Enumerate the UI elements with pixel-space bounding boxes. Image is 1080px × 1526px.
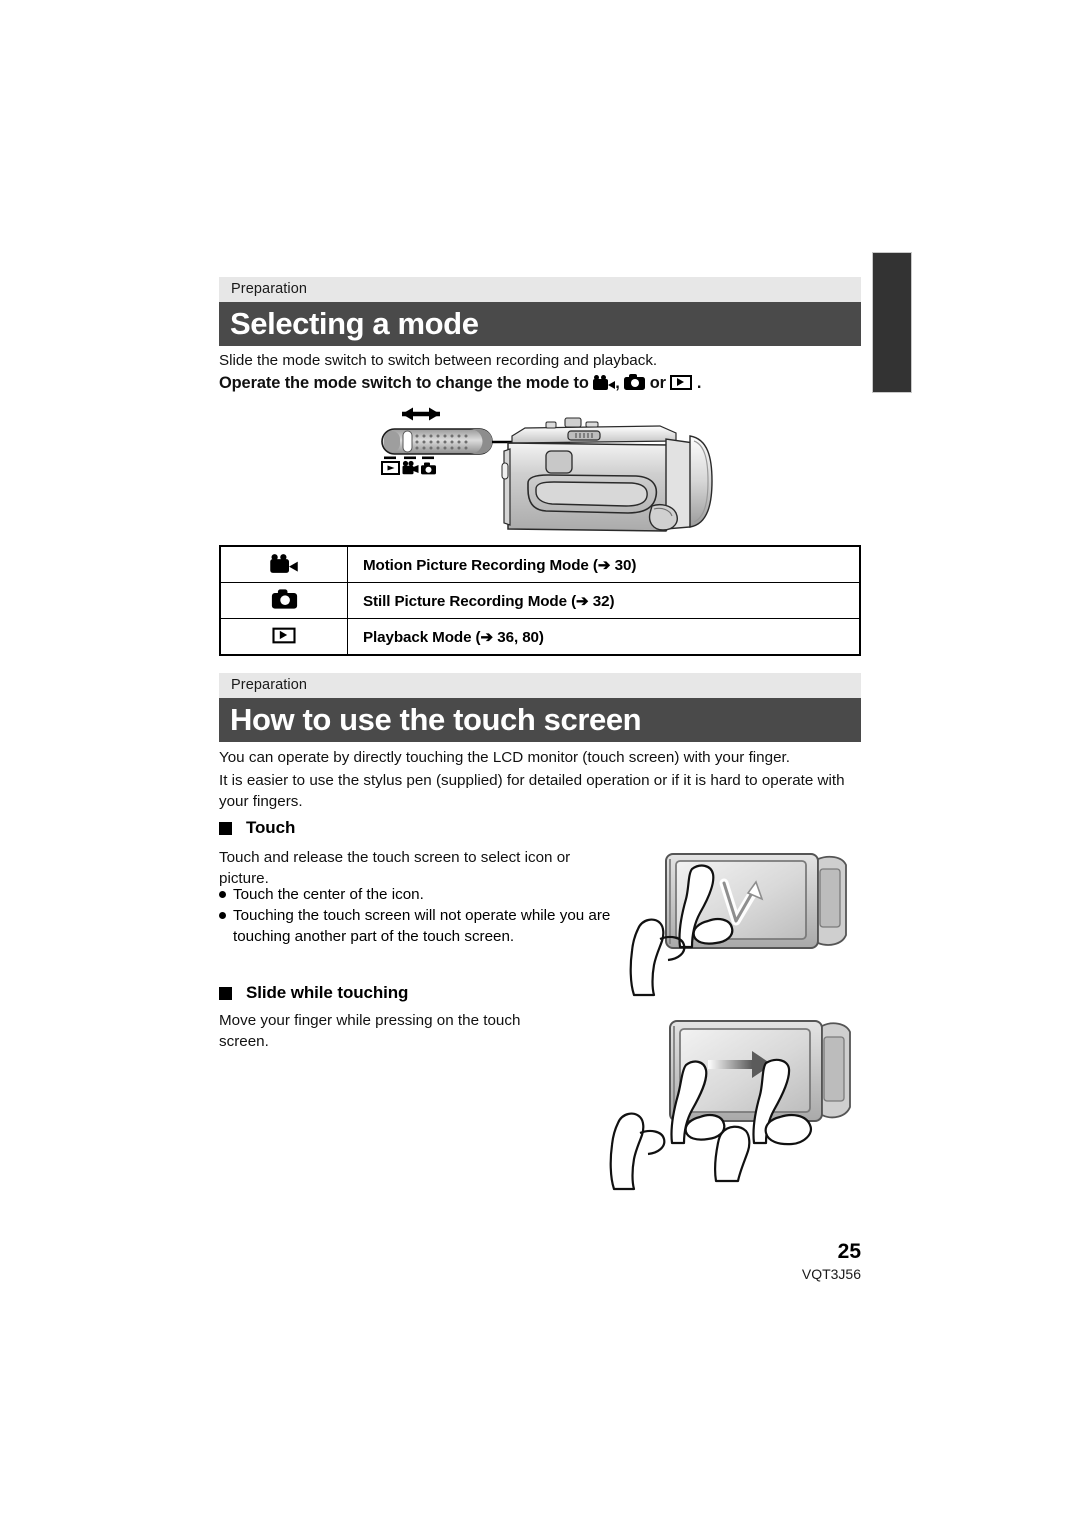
slide-gesture-illustration (604, 1003, 874, 1208)
arrow-right-icon: ➔ (597, 556, 611, 574)
section-kicker-preparation-2: Preparation (219, 673, 861, 698)
manual-page: Preparation Selecting a mode Slide the m… (0, 0, 1080, 1526)
mode-label-text: Playback Mode ( (363, 628, 481, 646)
camcorder-illustration (501, 417, 713, 532)
square-bullet-icon (219, 821, 232, 835)
mode-page-ref: 32 (592, 592, 610, 610)
table-row: Still Picture Recording Mode (➔ 32) (219, 582, 861, 619)
table-row: Playback Mode (➔ 36, 80) (219, 618, 861, 656)
mode-table: Motion Picture Recording Mode (➔ 30) Sti… (219, 545, 861, 656)
instruction-separator: , (615, 374, 620, 392)
mode-label-close: ) (631, 556, 637, 574)
still-camera-icon (421, 462, 436, 475)
table-row: Motion Picture Recording Mode (➔ 30) (219, 545, 861, 583)
list-item: Touch the center of the icon. (219, 884, 614, 905)
mode-icon-cell (219, 545, 348, 583)
page-number: 25 (837, 1240, 861, 1263)
mode-label-text: Still Picture Recording Mode ( (363, 592, 577, 610)
bullet-dot-icon (219, 891, 226, 898)
mode-label-cell: Playback Mode (➔ 36, 80) (347, 618, 861, 656)
touch-block-lead: Touch and release the touch screen to se… (219, 849, 571, 887)
mode-icon-cell (219, 618, 348, 656)
section-title-how-to-use-the-touch-screen: How to use the touch screen (219, 698, 861, 742)
document-code: VQT3J56 (801, 1266, 861, 1282)
camcorder-body-stub (821, 1022, 851, 1119)
video-camera-icon (402, 460, 419, 475)
touch-block-heading: Touch (219, 818, 295, 838)
bullet-text: Touch the center of the icon. (233, 886, 424, 903)
mode-label-close: ) (609, 592, 615, 610)
chapter-tab-marker (872, 252, 912, 393)
square-bullet-icon (219, 986, 232, 1000)
slide-block-lead: Move your finger while pressing on the t… (219, 1012, 521, 1050)
mode-label-text: Motion Picture Recording Mode ( (363, 556, 598, 574)
mode-switch-position-icons (381, 456, 436, 475)
video-camera-icon (593, 375, 616, 390)
instruction-end: . (696, 374, 702, 392)
playback-icon (670, 375, 693, 390)
mode-label-cell: Motion Picture Recording Mode (➔ 30) (347, 545, 861, 583)
mode-page-ref: 36, 80 (497, 628, 539, 646)
camcorder-body-stub (817, 855, 847, 946)
touch-block-bullets: Touch the center of the icon. Touching t… (219, 884, 614, 947)
still-camera-icon (624, 374, 646, 390)
section-kicker-preparation-1: Preparation (219, 277, 861, 302)
mode-switch-illustration (360, 403, 760, 538)
slide-heading-label: Slide while touching (246, 983, 409, 1002)
mode-label-cell: Still Picture Recording Mode (➔ 32) (347, 582, 861, 619)
instruction-prefix: Operate the mode switch to change the mo… (219, 374, 589, 392)
slide-block-heading: Slide while touching (219, 983, 408, 1003)
touch-screen-paragraph-2: It is easier to use the stylus pen (supp… (219, 772, 845, 810)
mode-switch-detail (381, 428, 493, 455)
arrow-right-icon: ➔ (576, 592, 589, 610)
video-camera-icon (270, 553, 298, 573)
mode-page-ref: 30 (614, 556, 632, 574)
bullet-dot-icon (219, 912, 226, 919)
playback-icon (381, 461, 400, 475)
bullet-text: Touching the touch screen will not opera… (233, 907, 611, 945)
section-title-selecting-a-mode: Selecting a mode (219, 302, 861, 346)
touch-screen-paragraph-1: You can operate by directly touching the… (219, 749, 790, 766)
mode-label-close: ) (538, 628, 544, 646)
touch-heading-label: Touch (246, 818, 296, 837)
arrow-right-icon: ➔ (480, 628, 494, 646)
instruction-or: or (649, 374, 666, 392)
still-camera-icon (271, 589, 297, 609)
touch-gesture-illustration (604, 843, 874, 998)
list-item: Touching the touch screen will not opera… (219, 905, 614, 947)
mode-icon-cell (219, 582, 348, 619)
selecting-mode-instruction: Operate the mode switch to change the mo… (219, 373, 879, 394)
playback-icon (272, 627, 296, 643)
selecting-mode-intro: Slide the mode switch to switch between … (219, 352, 658, 369)
double-headed-arrow-icon (402, 407, 440, 421)
